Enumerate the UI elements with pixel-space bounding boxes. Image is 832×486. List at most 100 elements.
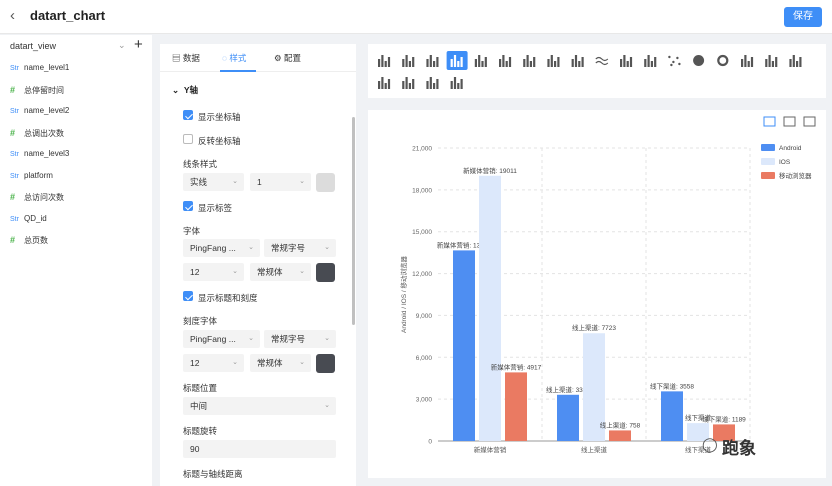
watermark-text: 跑象 <box>722 439 756 458</box>
save-button[interactable]: 保存 <box>784 7 822 27</box>
show-title-ticks-checkbox[interactable] <box>183 291 193 301</box>
funnel-icon[interactable] <box>765 55 778 67</box>
stacked-bar-icon[interactable] <box>547 55 560 67</box>
pie-icon[interactable] <box>693 55 705 66</box>
font-size-select[interactable]: 12 ⌄ <box>183 263 244 281</box>
legend-label[interactable]: IOS <box>779 159 791 166</box>
field-name: 总页数 <box>24 236 48 245</box>
number-type-icon: # <box>10 235 16 245</box>
line-style-select[interactable]: 实线 ⌄ <box>183 173 244 191</box>
field-item[interactable]: Str name_level3 <box>10 149 69 163</box>
scatter-icon[interactable] <box>668 55 681 67</box>
tick-font-family-select[interactable]: PingFang ... ⌄ <box>183 330 260 348</box>
chevron-left-icon[interactable]: ‹ <box>10 7 15 24</box>
field-item[interactable]: Str platform <box>10 171 53 185</box>
tab-settings[interactable]: ⚙ 配置 <box>274 52 301 64</box>
tick-font-size-select[interactable]: 12 ⌄ <box>183 354 244 372</box>
show-axis-checkbox[interactable] <box>183 110 193 120</box>
tab-data[interactable]: ▤ 数据 <box>172 52 200 64</box>
field-name: platform <box>24 170 53 180</box>
line-style-label: 线条样式 <box>183 159 218 169</box>
tick-font-color-swatch[interactable] <box>316 354 335 373</box>
legend-label[interactable]: Android <box>779 145 802 152</box>
field-item[interactable]: # 总访问次数 <box>10 192 64 206</box>
combo-chart-icon[interactable] <box>450 77 463 89</box>
section-y-axis[interactable]: ⌄ Y轴 <box>172 84 198 96</box>
line-width-select[interactable]: 1 ⌄ <box>250 173 311 191</box>
bar[interactable] <box>661 391 683 441</box>
table-view-icon[interactable] <box>783 116 796 127</box>
wave-icon[interactable] <box>595 56 609 66</box>
tab-style[interactable]: ◌ 样式 <box>222 52 246 64</box>
chevron-down-icon: ⌄ <box>324 244 330 251</box>
monitor-icon[interactable] <box>803 116 816 127</box>
chart-title: datart_chart <box>30 8 106 23</box>
tick-font-weight-select[interactable]: 常规体 ⌄ <box>250 354 311 372</box>
tick-font-size-name-select[interactable]: 常规字号 ⌄ <box>264 330 336 348</box>
stacked-area-icon[interactable] <box>644 55 657 67</box>
map-icon[interactable] <box>402 77 415 89</box>
bar[interactable] <box>505 372 527 441</box>
y-axis-title: Android / IOS / 移动浏览器 <box>399 256 408 333</box>
bar[interactable] <box>609 430 631 441</box>
area-chart-icon[interactable] <box>620 55 633 67</box>
field-name: 总停留时间 <box>24 85 64 95</box>
grid-icon[interactable] <box>426 55 439 67</box>
field-item[interactable]: # 总页数 <box>10 235 48 249</box>
bar[interactable] <box>453 250 475 441</box>
rose-icon[interactable] <box>741 55 754 67</box>
legend-swatch[interactable] <box>761 172 775 179</box>
legend-swatch[interactable] <box>761 158 775 165</box>
show-label-checkbox[interactable] <box>183 201 193 211</box>
font-weight-select[interactable]: 常规体 ⌄ <box>250 263 311 281</box>
field-item[interactable]: Str name_level2 <box>10 106 69 120</box>
scrollbar[interactable] <box>352 117 355 325</box>
horizontal-bar-icon[interactable] <box>474 55 487 67</box>
pivot-table-icon[interactable] <box>402 55 415 67</box>
field-item[interactable]: Str QD_id <box>10 214 47 228</box>
donut-icon[interactable] <box>717 54 729 67</box>
field-item[interactable]: # 总停留时间 <box>10 85 64 99</box>
chevron-down-icon: ⌄ <box>232 178 238 185</box>
font-color-swatch[interactable] <box>316 263 335 282</box>
y-tick-label: 15,000 <box>412 229 432 236</box>
number-type-icon: # <box>10 84 16 95</box>
y-tick-label: 0 <box>428 439 432 446</box>
field-item[interactable]: Str name_level1 <box>10 63 69 77</box>
title-rotate-input[interactable]: 90 <box>183 440 336 458</box>
chevron-down-icon: ⌄ <box>299 268 305 275</box>
bar[interactable] <box>557 394 579 441</box>
legend-label[interactable]: 移动浏览器 <box>779 171 812 180</box>
string-type-icon: Str <box>10 65 19 72</box>
chevron-down-icon: ⌄ <box>248 244 254 251</box>
bar-chart-icon[interactable] <box>446 51 468 70</box>
table-icon[interactable] <box>378 55 391 67</box>
bar[interactable] <box>479 175 501 441</box>
view-selector[interactable]: datart_view <box>10 41 56 51</box>
field-name: name_level1 <box>24 63 70 72</box>
field-name: 总调出次数 <box>24 128 64 138</box>
x-tick-label: 新媒体营销 <box>474 445 507 454</box>
reverse-axis-checkbox[interactable] <box>183 134 193 144</box>
font-size-name-select[interactable]: 常规字号 ⌄ <box>264 239 336 257</box>
title-position-select[interactable]: 中间 ⌄ <box>183 397 336 415</box>
font-family-select[interactable]: PingFang ... ⌄ <box>183 239 260 257</box>
line-color-swatch[interactable] <box>316 173 335 192</box>
add-icon[interactable]: + <box>134 36 143 53</box>
signal-icon[interactable] <box>789 55 802 67</box>
line-chart-icon[interactable] <box>763 116 776 127</box>
grouped-bar-icon[interactable] <box>499 55 512 67</box>
gauge-icon[interactable] <box>378 77 391 89</box>
chevron-down-icon: ⌄ <box>232 268 238 275</box>
active-tab-indicator <box>220 70 256 72</box>
legend-swatch[interactable] <box>761 144 775 151</box>
percent-bar-icon[interactable] <box>571 55 584 67</box>
chevron-down-icon[interactable]: ⌄ <box>118 40 126 51</box>
field-item[interactable]: # 总调出次数 <box>10 128 64 142</box>
wechat-icon: ◯ <box>702 436 718 452</box>
stacked-horizontal-bar-icon[interactable] <box>523 55 536 67</box>
data-label: 新媒体营销: 19011 <box>463 166 517 175</box>
string-type-icon: Str <box>10 215 19 223</box>
map-scatter-icon[interactable] <box>426 77 439 89</box>
chevron-down-icon: ⌄ <box>324 335 330 342</box>
